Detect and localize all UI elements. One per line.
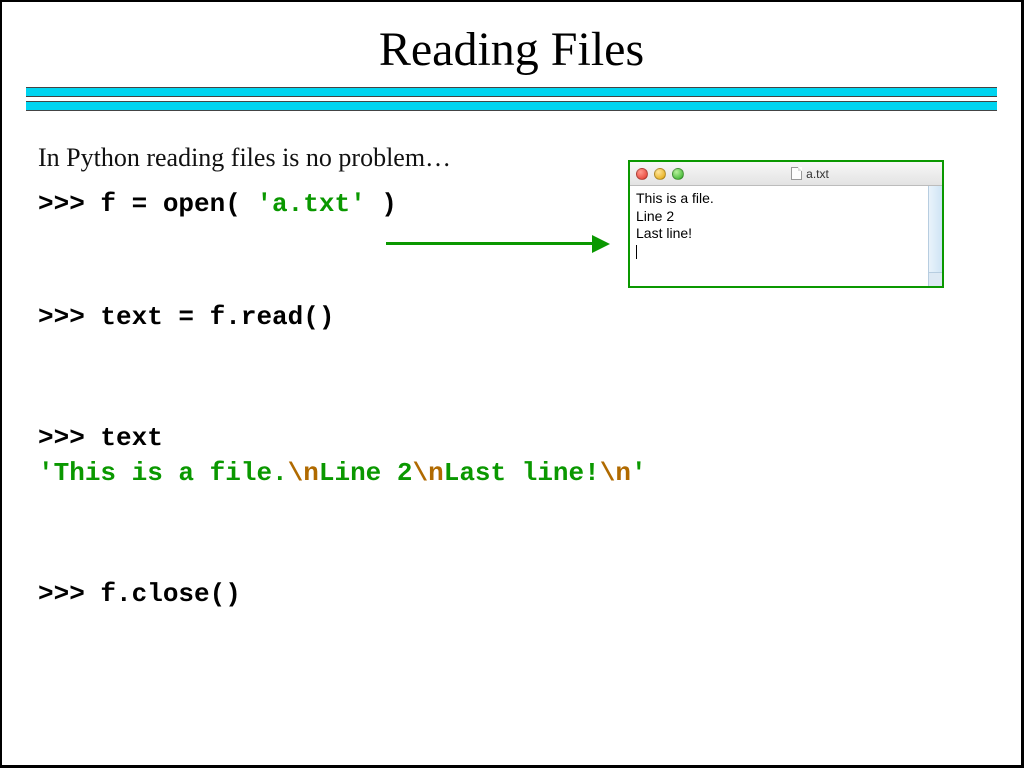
prompt: >>> bbox=[38, 302, 100, 332]
slide-title: Reading Files bbox=[2, 22, 1021, 77]
file-line: This is a file. bbox=[636, 190, 936, 208]
rule-bar bbox=[26, 101, 997, 111]
traffic-lights bbox=[636, 168, 684, 180]
code-line-read: >>> text = f.read() bbox=[38, 300, 1021, 335]
filename-label: a.txt bbox=[806, 167, 829, 181]
arrow-line bbox=[386, 242, 596, 245]
prompt: >>> bbox=[38, 579, 100, 609]
text-content[interactable]: This is a file. Line 2 Last line! bbox=[630, 186, 942, 286]
code-text: text = f.read() bbox=[100, 302, 334, 332]
prompt: >>> bbox=[38, 189, 100, 219]
string-literal: 'a.txt' bbox=[256, 189, 365, 219]
escape-sequence: \n bbox=[413, 458, 444, 488]
code-text: f.close() bbox=[100, 579, 240, 609]
file-line: Line 2 bbox=[636, 208, 936, 226]
rule-bar bbox=[26, 87, 997, 97]
title-underline bbox=[26, 87, 997, 111]
output-segment: This is a file. bbox=[54, 458, 288, 488]
code-text: text bbox=[100, 423, 162, 453]
output-segment: Line 2 bbox=[319, 458, 413, 488]
document-icon bbox=[791, 167, 802, 180]
code-line-close: >>> f.close() bbox=[38, 577, 1021, 612]
arrow bbox=[386, 236, 616, 252]
minimize-icon[interactable] bbox=[654, 168, 666, 180]
resize-handle[interactable] bbox=[928, 272, 942, 286]
scrollbar[interactable] bbox=[928, 186, 942, 272]
output-segment: Last line! bbox=[444, 458, 600, 488]
slide: Reading Files In Python reading files is… bbox=[0, 0, 1024, 768]
spacer bbox=[38, 491, 1021, 577]
code-text: ) bbox=[366, 189, 397, 219]
close-icon[interactable] bbox=[636, 168, 648, 180]
zoom-icon[interactable] bbox=[672, 168, 684, 180]
spacer bbox=[38, 335, 1021, 421]
prompt: >>> bbox=[38, 423, 100, 453]
output-line: 'This is a file.\nLine 2\nLast line!\n' bbox=[38, 456, 1021, 491]
quote: ' bbox=[38, 458, 54, 488]
arrow-head-icon bbox=[592, 235, 610, 253]
quote: ' bbox=[631, 458, 647, 488]
escape-sequence: \n bbox=[288, 458, 319, 488]
window-titlebar: a.txt bbox=[630, 162, 942, 186]
code-line-text-var: >>> text bbox=[38, 421, 1021, 456]
text-cursor bbox=[636, 245, 637, 259]
text-editor-window: a.txt This is a file. Line 2 Last line! bbox=[628, 160, 944, 288]
file-line: Last line! bbox=[636, 225, 936, 243]
window-title: a.txt bbox=[791, 167, 829, 181]
escape-sequence: \n bbox=[600, 458, 631, 488]
code-text: f = open( bbox=[100, 189, 256, 219]
